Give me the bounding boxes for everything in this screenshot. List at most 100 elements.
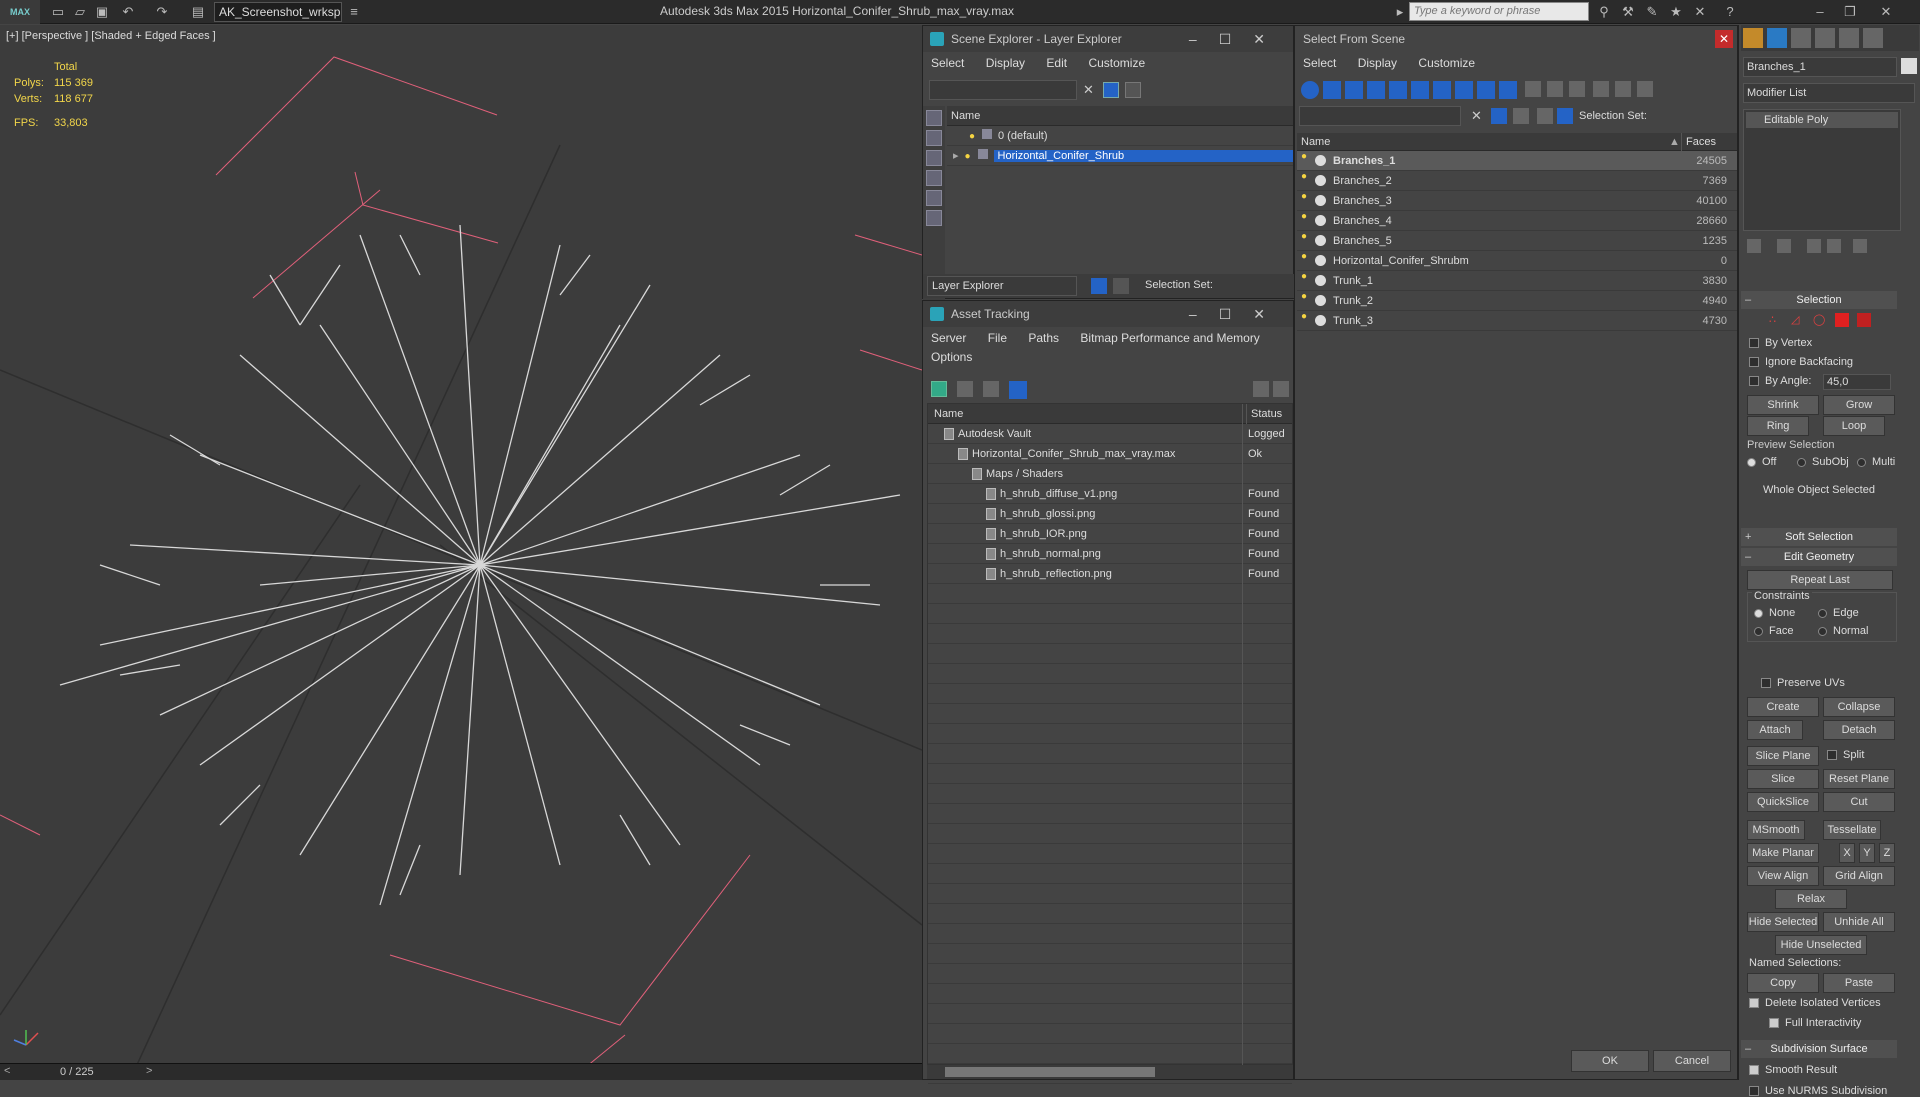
constraint-normal-radio[interactable]: Normal xyxy=(1818,625,1868,637)
window-controls[interactable]: –☐✕ xyxy=(1189,301,1287,327)
modifier-list-dropdown[interactable]: Modifier List xyxy=(1743,83,1915,103)
by-angle-checkbox[interactable]: By Angle: xyxy=(1749,375,1811,387)
search-arrow-icon[interactable]: ▸ xyxy=(1392,4,1408,20)
planar-x-button[interactable]: X xyxy=(1839,843,1855,863)
collapse-icon[interactable] xyxy=(1637,81,1653,97)
select-invert-icon[interactable] xyxy=(1569,81,1585,97)
ok-button[interactable]: OK xyxy=(1571,1050,1649,1072)
display-geometry-icon[interactable] xyxy=(926,130,942,146)
close-icon[interactable]: ✕ xyxy=(1878,4,1894,20)
menu-customize[interactable]: Customize xyxy=(1088,56,1145,70)
display-cameras-icon[interactable] xyxy=(926,190,942,206)
asset-row[interactable]: h_shrub_IOR.png Found xyxy=(928,524,1292,544)
bones-filter-icon[interactable] xyxy=(1499,81,1517,99)
asset-row[interactable]: h_shrub_glossi.png Found xyxy=(928,504,1292,524)
restore-icon[interactable]: ❐ xyxy=(1842,4,1858,20)
preview-subobj-radio[interactable]: SubObj xyxy=(1797,456,1849,468)
filter-icon[interactable] xyxy=(1593,81,1609,97)
slice-button[interactable]: Slice xyxy=(1747,769,1819,789)
copy-button[interactable]: Copy xyxy=(1747,973,1819,993)
object-row[interactable]: ● Branches_5 1235 xyxy=(1297,231,1737,251)
menu-select[interactable]: Select xyxy=(1303,56,1336,70)
find-field[interactable] xyxy=(1299,106,1461,126)
menu-paths[interactable]: Paths xyxy=(1028,331,1059,345)
table-view-icon[interactable] xyxy=(1009,381,1027,399)
vertex-icon[interactable]: ∴ xyxy=(1769,313,1783,327)
close-icon[interactable]: ✕ xyxy=(1715,30,1733,48)
layer-explorer-icon[interactable] xyxy=(1091,278,1107,294)
time-prev-icon[interactable]: < xyxy=(4,1065,10,1077)
communication-icon[interactable]: ✎ xyxy=(1644,4,1660,20)
remove-modifier-icon[interactable] xyxy=(1827,239,1841,253)
by-vertex-checkbox[interactable]: By Vertex xyxy=(1749,337,1812,349)
object-row[interactable]: ● Trunk_2 4940 xyxy=(1297,291,1737,311)
filter-toggle-icon[interactable] xyxy=(1491,108,1507,124)
display-lights-icon[interactable] xyxy=(926,170,942,186)
expand-arrow-icon[interactable]: ▸ xyxy=(953,150,959,162)
groups-filter-icon[interactable] xyxy=(1455,81,1473,99)
asset-row[interactable]: Autodesk Vault Logged xyxy=(928,424,1292,444)
grid-align-button[interactable]: Grid Align xyxy=(1823,866,1895,886)
full-interactivity-checkbox[interactable]: Full Interactivity xyxy=(1769,1017,1861,1029)
tessellate-button[interactable]: Tessellate xyxy=(1823,820,1881,840)
planar-y-button[interactable]: Y xyxy=(1859,843,1875,863)
favorites-icon[interactable]: ★ xyxy=(1668,4,1684,20)
col-faces[interactable]: Faces xyxy=(1681,133,1716,151)
layer-filter-icon[interactable] xyxy=(1513,108,1529,124)
unhide-all-button[interactable]: Unhide All xyxy=(1823,912,1895,932)
motion-tab-icon[interactable] xyxy=(1815,28,1835,48)
light-bulb-icon[interactable]: ● xyxy=(1301,151,1310,162)
layer-filter-icon[interactable] xyxy=(1125,82,1141,98)
subdivision-surface-rollout-header[interactable]: – Subdivision Surface xyxy=(1741,1040,1897,1058)
object-row[interactable]: ● Trunk_1 3830 xyxy=(1297,271,1737,291)
project-folder-icon[interactable]: ▤ xyxy=(190,4,206,20)
shapes-filter-icon[interactable] xyxy=(1345,81,1363,99)
hierarchy-icon[interactable] xyxy=(1615,81,1631,97)
object-name-field[interactable]: Branches_1 xyxy=(1743,57,1897,77)
save-file-icon[interactable]: ▣ xyxy=(94,4,110,20)
layer-row-selected[interactable]: ▸ ● Horizontal_Conifer_Shrub xyxy=(947,146,1293,166)
display-helpers-icon[interactable] xyxy=(926,210,942,226)
time-next-icon[interactable]: > xyxy=(146,1065,152,1077)
asset-row[interactable]: Horizontal_Conifer_Shrub_max_vray.max Ok xyxy=(928,444,1292,464)
collapse-button[interactable]: Collapse xyxy=(1823,697,1895,717)
clear-search-icon[interactable]: ✕ xyxy=(1083,82,1094,98)
delete-isolated-checkbox[interactable]: Delete Isolated Vertices xyxy=(1749,997,1881,1009)
pin-stack-icon[interactable] xyxy=(1747,239,1761,253)
filter-icon[interactable] xyxy=(1103,82,1119,98)
sort-arrow-icon[interactable]: ▲ xyxy=(1669,133,1680,151)
redo-icon[interactable]: ↷ xyxy=(154,4,170,20)
border-icon[interactable]: ◯ xyxy=(1813,313,1827,327)
configure-sets-icon[interactable] xyxy=(1853,239,1867,253)
new-file-icon[interactable]: ▭ xyxy=(50,4,66,20)
cut-button[interactable]: Cut xyxy=(1823,792,1895,812)
perspective-viewport[interactable]: [+] [Perspective ] [Shaded + Edged Faces… xyxy=(0,25,922,1080)
open-file-icon[interactable]: ▱ xyxy=(72,4,88,20)
msmooth-button[interactable]: MSmooth xyxy=(1747,820,1805,840)
light-bulb-icon[interactable]: ● xyxy=(1301,311,1310,322)
menu-select[interactable]: Select xyxy=(931,56,964,70)
preserve-uvs-checkbox[interactable]: Preserve UVs xyxy=(1761,677,1845,689)
soft-selection-rollout-header[interactable]: + Soft Selection xyxy=(1741,528,1897,546)
scene-explorer-titlebar[interactable]: Scene Explorer - Layer Explorer –☐✕ xyxy=(923,26,1293,52)
asset-row[interactable]: Maps / Shaders xyxy=(928,464,1292,484)
light-bulb-icon[interactable]: ● xyxy=(1301,171,1310,182)
xrefs-filter-icon[interactable] xyxy=(1477,81,1495,99)
constraint-edge-radio[interactable]: Edge xyxy=(1818,607,1859,619)
menu-server[interactable]: Server xyxy=(931,331,966,345)
spacewarps-filter-icon[interactable] xyxy=(1433,81,1451,99)
make-planar-button[interactable]: Make Planar xyxy=(1747,843,1819,863)
menu-options[interactable]: Options xyxy=(931,350,972,364)
workspace-dropdown[interactable]: AK_Screenshot_wrksp xyxy=(214,2,342,22)
hierarchy-tab-icon[interactable] xyxy=(1791,28,1811,48)
relax-button[interactable]: Relax xyxy=(1775,889,1847,909)
object-row[interactable]: ● Branches_3 40100 xyxy=(1297,191,1737,211)
edit-geometry-rollout-header[interactable]: – Edit Geometry xyxy=(1741,548,1897,566)
reset-plane-button[interactable]: Reset Plane xyxy=(1823,769,1895,789)
app-logo[interactable]: MAX xyxy=(0,0,40,24)
make-unique-icon[interactable] xyxy=(1807,239,1821,253)
window-controls[interactable]: –☐✕ xyxy=(1189,26,1287,52)
exchange-icon[interactable]: ✕ xyxy=(1692,4,1708,20)
menu-file[interactable]: File xyxy=(988,331,1007,345)
paste-button[interactable]: Paste xyxy=(1823,973,1895,993)
